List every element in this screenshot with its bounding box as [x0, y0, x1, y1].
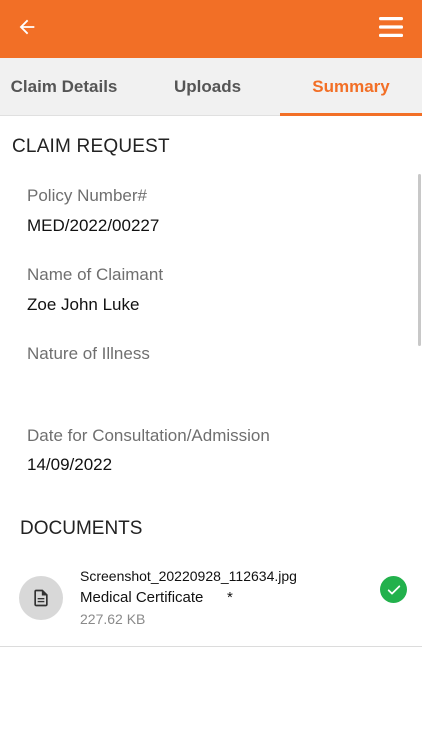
- back-button[interactable]: [12, 12, 42, 42]
- tab-uploads[interactable]: Uploads: [140, 58, 275, 116]
- hamburger-menu-icon: [379, 17, 403, 37]
- claimant-name-label: Name of Claimant: [27, 265, 164, 284]
- consultation-date-label: Date for Consultation/Admission: [27, 426, 270, 445]
- document-size: 227.62 KB: [80, 611, 146, 627]
- arrow-left-icon: [19, 19, 35, 35]
- document-row[interactable]: Screenshot_20220928_112634.jpg Medical C…: [0, 555, 422, 647]
- nature-of-illness-label: Nature of Illness: [27, 344, 150, 363]
- document-type: Medical Certificate: [80, 589, 204, 606]
- policy-number-label: Policy Number#: [27, 186, 147, 205]
- consultation-date-value: 14/09/2022: [27, 455, 113, 474]
- document-icon: [19, 576, 63, 620]
- claimant-name-value: Zoe John Luke: [27, 295, 140, 314]
- claim-request-heading: CLAIM REQUEST: [12, 136, 170, 157]
- required-marker: *: [227, 589, 233, 606]
- app-bar: [0, 0, 422, 58]
- menu-button[interactable]: [376, 12, 406, 42]
- check-circle-icon: [380, 576, 407, 603]
- document-filename: Screenshot_20220928_112634.jpg: [80, 568, 297, 584]
- tab-summary[interactable]: Summary: [280, 58, 422, 116]
- scrollbar[interactable]: [418, 174, 421, 346]
- active-tab-indicator: [280, 113, 422, 116]
- documents-heading: DOCUMENTS: [20, 518, 143, 539]
- policy-number-value: MED/2022/00227: [27, 216, 160, 235]
- tab-claim-details[interactable]: Claim Details: [0, 58, 128, 116]
- tab-bar: Claim Details Uploads Summary: [0, 58, 422, 116]
